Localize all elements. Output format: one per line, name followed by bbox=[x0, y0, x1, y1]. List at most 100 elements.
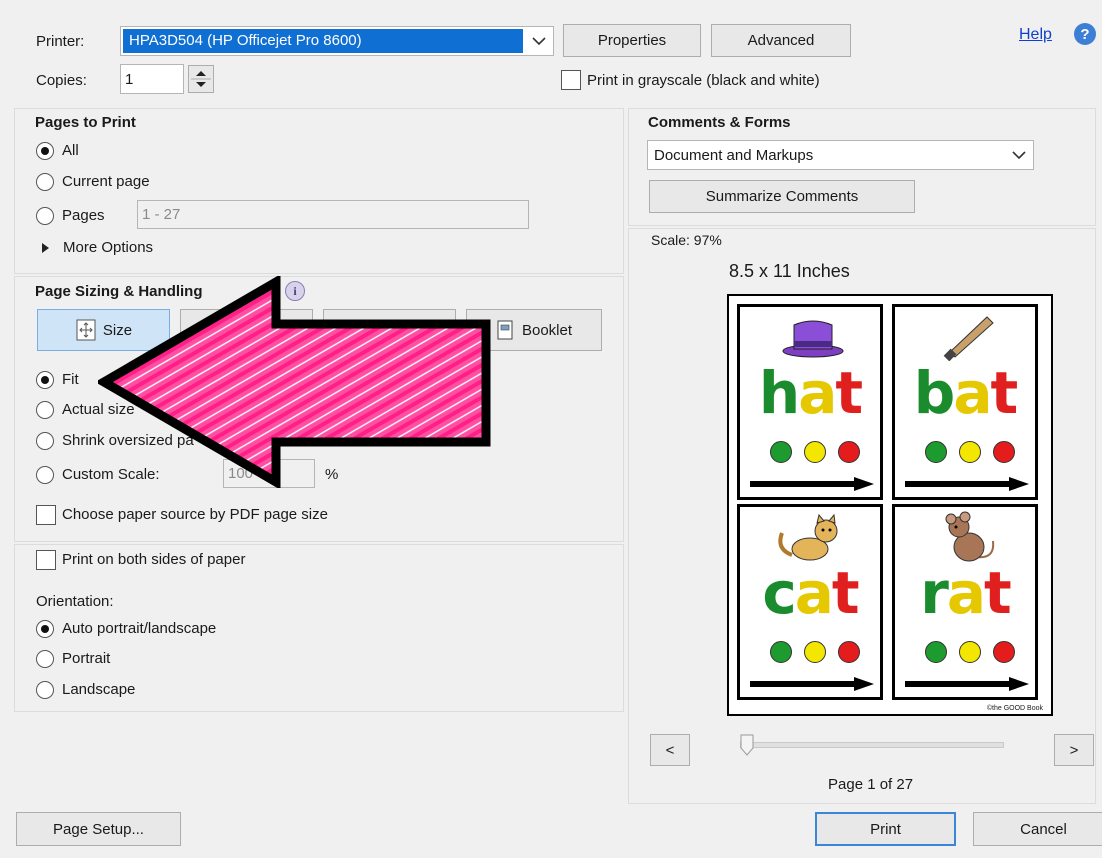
help-icon[interactable]: ? bbox=[1074, 23, 1096, 45]
card-word: cat bbox=[740, 563, 880, 623]
grayscale-label: Print in grayscale (black and white) bbox=[587, 72, 820, 89]
letter: a bbox=[946, 559, 986, 627]
page-slider-track[interactable] bbox=[740, 742, 1004, 748]
radio-auto-orientation-label: Auto portrait/landscape bbox=[62, 620, 217, 637]
traffic-dots bbox=[770, 641, 860, 665]
traffic-dots bbox=[925, 441, 1015, 465]
letter: b bbox=[913, 359, 956, 427]
letter: t bbox=[835, 359, 863, 427]
printer-select-value: HPA3D504 (HP Officejet Pro 8600) bbox=[129, 32, 362, 49]
grayscale-checkbox[interactable] bbox=[561, 70, 581, 90]
radio-portrait-label: Portrait bbox=[62, 650, 111, 667]
dot-icon bbox=[925, 441, 947, 463]
comments-select-value: Document and Markups bbox=[654, 146, 814, 164]
letter: h bbox=[758, 359, 800, 427]
summarize-comments-button[interactable]: Summarize Comments bbox=[649, 180, 915, 213]
letter: c bbox=[762, 559, 796, 627]
cat-icon bbox=[778, 513, 838, 561]
traffic-dots bbox=[770, 441, 860, 465]
radio-pages[interactable] bbox=[36, 207, 54, 225]
letter: a bbox=[798, 359, 837, 427]
radio-fit-label: Fit bbox=[62, 371, 79, 388]
card-hat: hat bbox=[737, 304, 883, 500]
radio-all[interactable] bbox=[36, 142, 54, 160]
dot-icon bbox=[959, 641, 981, 663]
paper-source-label: Choose paper source by PDF page size bbox=[62, 506, 328, 523]
radio-current-page-label: Current page bbox=[62, 173, 150, 190]
dot-icon bbox=[770, 441, 792, 463]
printer-label: Printer: bbox=[36, 33, 85, 50]
radio-actual-size[interactable] bbox=[36, 401, 54, 419]
letter: a bbox=[953, 359, 992, 427]
paper-source-checkbox[interactable] bbox=[36, 505, 56, 525]
printer-select[interactable]: HPA3D504 (HP Officejet Pro 8600) bbox=[120, 26, 554, 56]
radio-landscape-label: Landscape bbox=[62, 681, 136, 698]
cancel-button[interactable]: Cancel bbox=[973, 812, 1102, 846]
radio-fit[interactable] bbox=[36, 371, 54, 389]
expand-triangle-icon[interactable] bbox=[42, 243, 49, 253]
radio-landscape[interactable] bbox=[36, 681, 54, 699]
hat-icon bbox=[782, 320, 844, 358]
letter: t bbox=[984, 559, 1012, 627]
dot-icon bbox=[804, 441, 826, 463]
advanced-button[interactable]: Advanced bbox=[711, 24, 851, 57]
dot-icon bbox=[959, 441, 981, 463]
dot-icon bbox=[804, 641, 826, 663]
dot-icon bbox=[838, 641, 860, 663]
card-cat: cat bbox=[737, 504, 883, 700]
copies-stepper[interactable] bbox=[188, 65, 214, 93]
copyright-text: ©the GOOD Book bbox=[986, 705, 1043, 712]
more-options-toggle[interactable]: More Options bbox=[63, 239, 153, 256]
comments-select[interactable]: Document and Markups bbox=[647, 140, 1034, 170]
radio-pages-label: Pages bbox=[62, 207, 105, 224]
copies-input[interactable]: 1 bbox=[120, 64, 184, 94]
dot-icon bbox=[925, 641, 947, 663]
chevron-down-icon bbox=[1005, 141, 1033, 169]
letter: t bbox=[990, 359, 1018, 427]
rat-icon bbox=[945, 511, 995, 562]
arrow-right-icon bbox=[905, 677, 1029, 691]
orientation-label: Orientation: bbox=[36, 593, 114, 610]
properties-button[interactable]: Properties bbox=[563, 24, 701, 57]
radio-portrait[interactable] bbox=[36, 650, 54, 668]
radio-current-page[interactable] bbox=[36, 173, 54, 191]
card-word: hat bbox=[740, 363, 880, 423]
size-icon bbox=[76, 319, 96, 341]
chevron-down-icon bbox=[525, 27, 553, 55]
dot-icon bbox=[993, 641, 1015, 663]
traffic-dots bbox=[925, 641, 1015, 665]
pages-to-print-title: Pages to Print bbox=[35, 114, 136, 131]
card-word: rat bbox=[895, 563, 1035, 623]
pink-arrow-annotation bbox=[98, 276, 491, 488]
letter: a bbox=[794, 559, 834, 627]
next-page-button[interactable]: > bbox=[1054, 734, 1094, 766]
radio-auto-orientation[interactable] bbox=[36, 620, 54, 638]
print-button[interactable]: Print bbox=[815, 812, 956, 846]
print-dialog: Printer: HPA3D504 (HP Officejet Pro 8600… bbox=[0, 0, 1102, 858]
prev-page-button[interactable]: < bbox=[650, 734, 690, 766]
page-preview: hat bat cat rat ©the GOOD Book bbox=[727, 294, 1053, 716]
radio-shrink[interactable] bbox=[36, 432, 54, 450]
letter: t bbox=[831, 559, 860, 627]
both-sides-label: Print on both sides of paper bbox=[62, 551, 246, 568]
card-bat: bat bbox=[892, 304, 1038, 500]
dot-icon bbox=[838, 441, 860, 463]
stepper-arrows-icon bbox=[191, 71, 211, 87]
page-setup-button[interactable]: Page Setup... bbox=[16, 812, 181, 846]
arrow-right-icon bbox=[905, 477, 1029, 491]
dot-icon bbox=[993, 441, 1015, 463]
bat-icon bbox=[943, 316, 994, 361]
card-word: bat bbox=[895, 363, 1035, 423]
paper-size-label: 8.5 x 11 Inches bbox=[729, 261, 850, 281]
pages-range-input[interactable]: 1 - 27 bbox=[137, 200, 529, 229]
scale-readout: Scale: 97% bbox=[651, 232, 722, 248]
tab-booklet-label: Booklet bbox=[521, 321, 573, 339]
letter: r bbox=[920, 559, 949, 627]
page-slider-thumb[interactable] bbox=[740, 734, 754, 756]
arrow-right-icon bbox=[750, 677, 874, 691]
card-rat: rat bbox=[892, 504, 1038, 700]
both-sides-checkbox[interactable] bbox=[36, 550, 56, 570]
radio-custom-scale[interactable] bbox=[36, 466, 54, 484]
comments-title: Comments & Forms bbox=[648, 114, 791, 131]
help-link[interactable]: Help bbox=[1019, 26, 1052, 44]
